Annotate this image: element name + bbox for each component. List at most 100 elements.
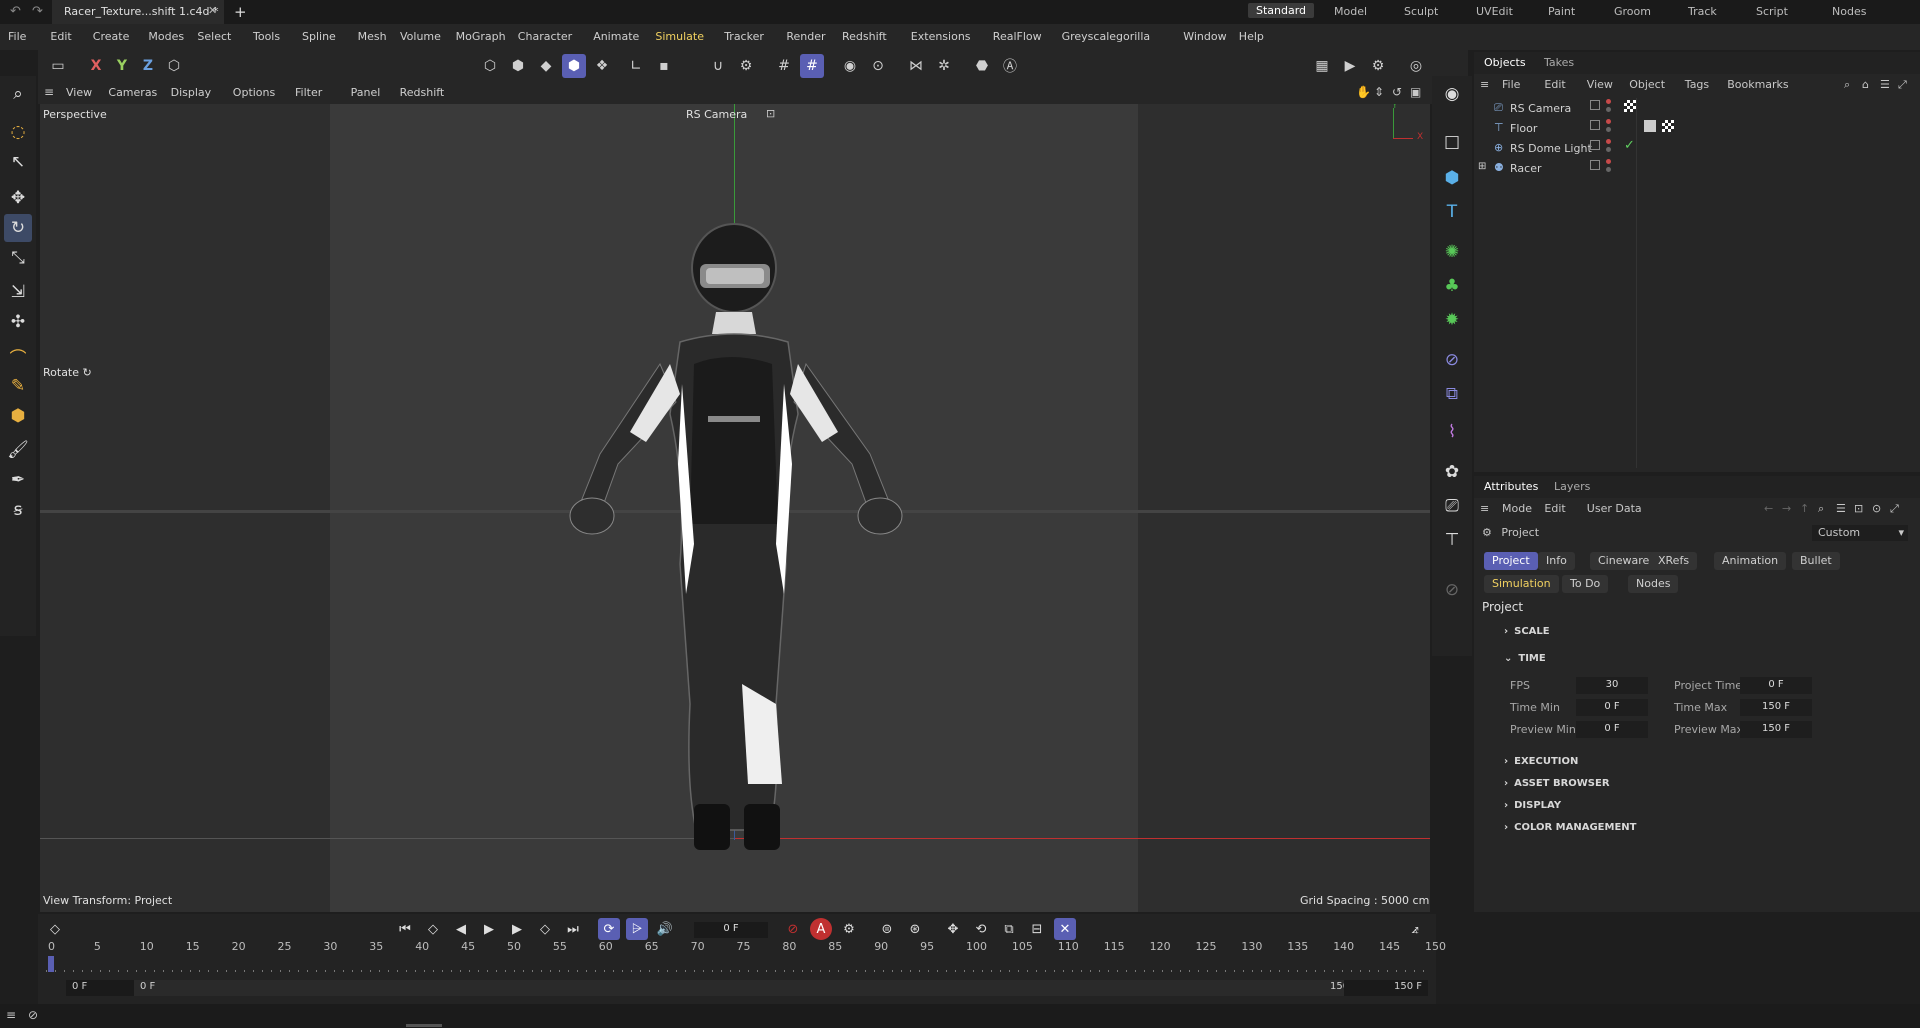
objects-menu-object[interactable]: Object [1629, 78, 1665, 91]
workplane-icon[interactable]: ◉ [838, 54, 862, 78]
viewport-menu-view[interactable]: View [66, 86, 92, 99]
deformer-icon[interactable]: ⊘ [1438, 346, 1466, 374]
key-param-icon[interactable]: ⟲ [970, 918, 992, 940]
objects-menu-view[interactable]: View [1587, 78, 1613, 91]
solo-icon[interactable]: ▪ [652, 54, 676, 78]
autokey-icon[interactable]: A [810, 918, 832, 940]
model-mode-icon[interactable]: ⬢ [562, 54, 586, 78]
time-max-field[interactable]: 150 F [1740, 699, 1812, 716]
fps-field[interactable]: 30 [1576, 677, 1648, 694]
maximize-viewport-icon[interactable]: ▣ [1410, 85, 1421, 99]
render-visibility-dot[interactable] [1606, 127, 1611, 132]
tab-layers[interactable]: Layers [1554, 480, 1590, 493]
rotate-icon[interactable]: ↻ [4, 214, 32, 242]
render-settings-icon[interactable]: ⚙ [1366, 54, 1390, 78]
layout-tab-uvedit[interactable]: UVEdit [1476, 5, 1513, 18]
close-tab-icon[interactable]: ✕ [208, 4, 217, 17]
layout-tab-nodes[interactable]: Nodes [1832, 5, 1866, 18]
key-position-icon[interactable]: ⊜ [876, 918, 898, 940]
points-mode-icon[interactable]: ⬡ [478, 54, 502, 78]
expand-icon[interactable]: ⤢ [1898, 78, 1907, 92]
menu-edit[interactable]: Edit [50, 30, 71, 43]
active-camera-label[interactable]: RS Camera [686, 108, 747, 121]
menu-create[interactable]: Create [93, 30, 130, 43]
menu-render[interactable]: Render [786, 30, 825, 43]
tab-bullet[interactable]: Bullet [1792, 552, 1840, 570]
layout-tab-standard[interactable]: Standard [1248, 3, 1315, 18]
selection-mode-icon[interactable]: ▭ [46, 54, 70, 78]
layout-tab-paint[interactable]: Paint [1548, 5, 1575, 18]
tab-cineware[interactable]: Cineware [1590, 552, 1658, 570]
modeling-settings-icon[interactable]: ✲ [932, 54, 956, 78]
polygons-mode-icon[interactable]: ◆ [534, 54, 558, 78]
floor-icon[interactable]: ⊤ [1438, 526, 1466, 554]
effector-icon[interactable]: ✹ [1438, 306, 1466, 334]
brush-icon[interactable]: 🖌 [4, 436, 32, 464]
texture-tag-icon[interactable] [1644, 120, 1656, 132]
edges-mode-icon[interactable]: ⬢ [506, 54, 530, 78]
tab-takes[interactable]: Takes [1544, 56, 1574, 69]
tab-objects[interactable]: Objects [1484, 56, 1526, 69]
document-tab[interactable]: Racer_Texture...shift 1.c4d * ✕ [52, 0, 224, 24]
objects-menu-bookmarks[interactable]: Bookmarks [1727, 78, 1788, 91]
timeline-graph-icon[interactable]: ⦨ [1404, 918, 1426, 940]
viewport-menu-display[interactable]: Display [171, 86, 212, 99]
orbit-icon[interactable]: ↺ [1392, 85, 1402, 99]
mode-dropdown[interactable]: Custom ▾ [1812, 525, 1908, 541]
attributes-menu-mode[interactable]: Mode [1502, 502, 1532, 515]
render-visibility-dot[interactable] [1606, 107, 1611, 112]
x-axis-lock-button[interactable]: X [84, 54, 108, 78]
y-axis-lock-button[interactable]: Y [110, 54, 134, 78]
menu-help[interactable]: Help [1239, 30, 1264, 43]
menu-extensions[interactable]: Extensions [911, 30, 971, 43]
redshift-tag-icon[interactable] [1624, 100, 1636, 112]
hamburger-icon[interactable]: ≡ [6, 1008, 16, 1022]
loop-icon[interactable]: ⟳ [598, 918, 620, 940]
generator-icon[interactable]: ✺ [1438, 238, 1466, 266]
editor-visibility-dot[interactable] [1606, 99, 1611, 104]
layout-tab-track[interactable]: Track [1688, 5, 1717, 18]
layer-checkbox[interactable] [1590, 160, 1600, 170]
filter-icon[interactable]: ☰ [1836, 502, 1846, 515]
key-rotation-icon[interactable]: ⊛ [904, 918, 926, 940]
menu-tracker[interactable]: Tracker [724, 30, 764, 43]
viewport-menu-cameras[interactable]: Cameras [108, 86, 157, 99]
section-scale[interactable]: › SCALE [1504, 626, 1550, 637]
scale-icon[interactable]: ⤡ [4, 244, 32, 272]
render-visibility-dot[interactable] [1606, 167, 1611, 172]
light-icon[interactable]: ✿ [1438, 458, 1466, 486]
layer-checkbox[interactable] [1590, 120, 1600, 130]
time-min-field[interactable]: 0 F [1576, 699, 1648, 716]
tab-xrefs[interactable]: XRefs [1650, 552, 1698, 570]
end-frame-field[interactable]: 150 F [1344, 980, 1428, 996]
settings-icon[interactable]: ⚙ [734, 54, 758, 78]
next-frame-icon[interactable]: ▶ [506, 918, 528, 940]
menu-realflow[interactable]: RealFlow [993, 30, 1042, 43]
snap-enable-icon[interactable]: # [800, 54, 824, 78]
key-toggle-icon[interactable]: ⊟ [1026, 918, 1048, 940]
layout-tab-sculpt[interactable]: Sculpt [1404, 5, 1438, 18]
editor-visibility-dot[interactable] [1606, 119, 1611, 124]
preview-max-field[interactable]: 150 F [1740, 721, 1812, 738]
transfer-icon[interactable]: ⇲ [4, 278, 32, 306]
object-row-racer[interactable]: ⊞ ⚉ Racer [1474, 158, 1634, 178]
texture-mode-icon[interactable]: ❖ [590, 54, 614, 78]
redo-icon[interactable]: ↷ [32, 4, 43, 19]
layout-tab-model[interactable]: Model [1334, 5, 1367, 18]
key-scale-icon[interactable]: ✥ [942, 918, 964, 940]
hamburger-icon[interactable]: ≡ [44, 85, 54, 99]
primitives-icon[interactable]: ⬢ [4, 402, 32, 430]
hamburger-icon[interactable]: ≡ [1480, 502, 1489, 515]
go-to-end-icon[interactable]: ⏭ [562, 918, 584, 940]
key-tools-icon[interactable]: ✕ [1054, 918, 1076, 940]
menu-tools[interactable]: Tools [253, 30, 280, 43]
layout-tab-script[interactable]: Script [1756, 5, 1788, 18]
new-tab-button[interactable]: + [234, 3, 247, 21]
attributes-menu-edit[interactable]: Edit [1544, 502, 1565, 515]
viewport-menu-panel[interactable]: Panel [351, 86, 381, 99]
cube-icon[interactable]: ⬢ [1438, 164, 1466, 192]
expand-icon[interactable]: ⊞ [1478, 161, 1486, 172]
editor-visibility-dot[interactable] [1606, 159, 1611, 164]
play-icon[interactable]: ▶ [478, 918, 500, 940]
cloner-icon[interactable]: ♣ [1438, 272, 1466, 300]
